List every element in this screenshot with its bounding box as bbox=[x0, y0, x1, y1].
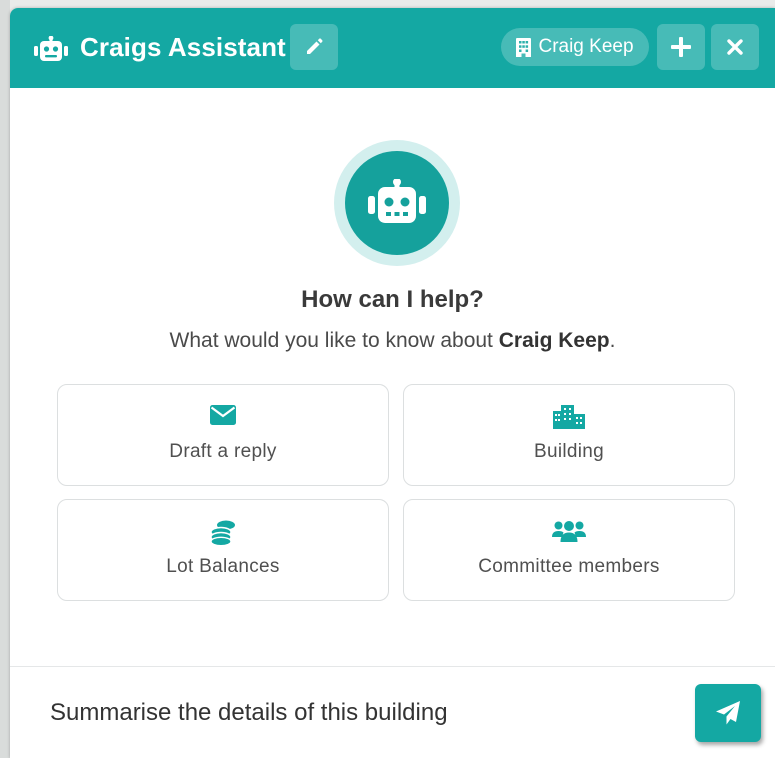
robot-icon bbox=[34, 35, 68, 62]
assistant-avatar bbox=[345, 151, 449, 255]
suggestion-lot-balances[interactable]: Lot Balances bbox=[57, 499, 389, 601]
coins-icon bbox=[210, 520, 235, 546]
assistant-panel: Craigs Assistant Craig Keep How can I he… bbox=[10, 8, 775, 758]
edit-title-button[interactable] bbox=[290, 24, 338, 70]
building-icon bbox=[516, 37, 532, 57]
background-edge bbox=[0, 0, 10, 758]
building-selector[interactable]: Craig Keep bbox=[501, 28, 649, 66]
paper-plane-icon bbox=[716, 701, 740, 725]
suggestion-draft-reply[interactable]: Draft a reply bbox=[57, 384, 389, 486]
subtitle-building: Craig Keep bbox=[498, 329, 610, 352]
robot-icon bbox=[368, 179, 426, 223]
close-button[interactable] bbox=[711, 24, 759, 70]
welcome-subtitle: What would you like to know about Craig … bbox=[10, 329, 775, 353]
plus-icon bbox=[671, 37, 691, 57]
composer-divider bbox=[10, 666, 775, 667]
suggestion-label: Lot Balances bbox=[166, 556, 280, 577]
users-icon bbox=[552, 521, 586, 542]
suggestion-committee-members[interactable]: Committee members bbox=[403, 499, 735, 601]
subtitle-prefix: What would you like to know about bbox=[169, 329, 499, 352]
assistant-title: Craigs Assistant bbox=[80, 32, 286, 62]
city-icon bbox=[553, 405, 585, 429]
close-icon bbox=[727, 39, 743, 55]
new-chat-button[interactable] bbox=[657, 24, 705, 70]
welcome-heading: How can I help? bbox=[301, 286, 484, 313]
pencil-icon bbox=[307, 38, 323, 54]
assistant-header: Craigs Assistant Craig Keep bbox=[10, 8, 775, 88]
envelope-icon bbox=[210, 405, 236, 425]
suggestion-label: Draft a reply bbox=[169, 441, 277, 462]
send-button[interactable] bbox=[695, 684, 761, 742]
message-input[interactable] bbox=[32, 688, 672, 738]
suggestion-label: Building bbox=[533, 441, 604, 462]
suggestion-label: Committee members bbox=[478, 556, 660, 577]
subtitle-suffix: . bbox=[609, 329, 616, 352]
building-name: Craig Keep bbox=[538, 36, 634, 57]
suggestion-building[interactable]: Building bbox=[403, 384, 735, 486]
